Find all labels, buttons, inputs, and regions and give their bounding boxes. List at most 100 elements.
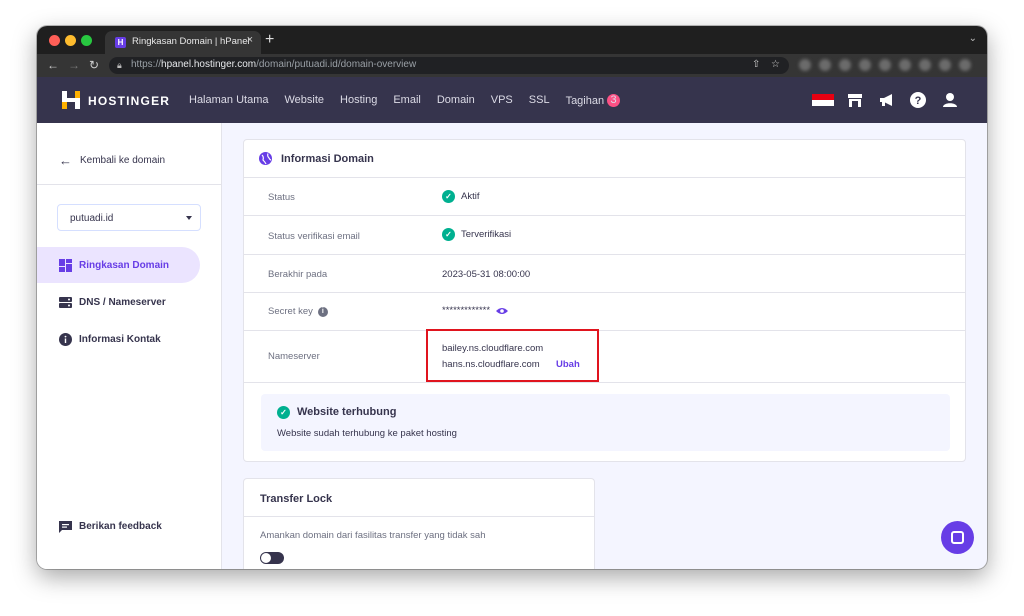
email-verification-value: ✓ Terverifikasi: [442, 228, 511, 241]
bookmark-star-icon[interactable]: ☆: [771, 59, 780, 70]
status-row: Status ✓ Aktif: [244, 178, 965, 216]
back-arrow-icon[interactable]: ←: [47, 57, 59, 73]
secret-key-label: Secret key i: [268, 306, 328, 317]
extension-icon[interactable]: [919, 59, 931, 71]
url-field[interactable]: 🔒︎ https://hpanel.hostinger.com/domain/p…: [109, 57, 789, 74]
alert-title: Website terhubung: [297, 406, 397, 418]
sidebar-item-contact-info[interactable]: Informasi Kontak: [37, 321, 200, 357]
main-nav: Halaman Utama Website Hosting Email Doma…: [189, 94, 621, 107]
nameserver-row: Nameserver bailey.ns.cloudflare.com hans…: [244, 331, 965, 383]
expiry-label: Berakhir pada: [268, 269, 328, 280]
sidebar-item-label: Informasi Kontak: [79, 333, 161, 345]
browser-tab[interactable]: H Ringkasan Domain | hPanel ×: [105, 31, 261, 54]
address-bar: ← → ↻ 🔒︎ https://hpanel.hostinger.com/do…: [37, 54, 987, 77]
tab-title: Ringkasan Domain | hPanel: [132, 36, 250, 47]
nav-item-vps[interactable]: VPS: [491, 94, 513, 107]
arrow-left-icon: ←: [59, 153, 72, 168]
tab-close-icon[interactable]: ×: [247, 34, 253, 46]
back-label: Kembali ke domain: [80, 155, 166, 166]
forward-arrow-icon[interactable]: →: [68, 57, 80, 73]
nav-item-hosting[interactable]: Hosting: [340, 94, 377, 107]
domain-select-value: putuadi.id: [70, 213, 114, 224]
extension-icon[interactable]: [799, 59, 811, 71]
alert-text: Website sudah terhubung ke paket hosting: [277, 428, 457, 439]
transfer-lock-toggle[interactable]: [260, 552, 284, 564]
indonesia-flag-icon[interactable]: [812, 91, 834, 109]
email-verification-row: Status verifikasi email ✓ Terverifikasi: [244, 216, 965, 255]
sidebar-item-domain-overview[interactable]: Ringkasan Domain: [37, 247, 200, 283]
sidebar-item-label: DNS / Nameserver: [79, 296, 166, 308]
billing-count-badge: 3: [607, 94, 621, 107]
domain-info-card: Informasi Domain Status ✓ Aktif Status v…: [243, 139, 966, 462]
secret-key-value: *************: [442, 305, 509, 316]
lock-icon: 🔒︎: [117, 60, 122, 70]
sidebar-item-label: Ringkasan Domain: [79, 259, 170, 271]
info-icon[interactable]: i: [317, 306, 328, 317]
divider: [37, 184, 222, 185]
nav-item-email[interactable]: Email: [393, 94, 421, 107]
divider: [244, 516, 594, 517]
chat-support-button[interactable]: [941, 521, 974, 554]
reload-icon[interactable]: ↻: [89, 57, 99, 73]
website-connected-alert: ✓ Website terhubung Website sudah terhub…: [261, 394, 950, 451]
store-icon[interactable]: [846, 91, 864, 109]
expiry-value: 2023-05-31 08:00:00: [442, 269, 531, 280]
transfer-lock-title: Transfer Lock: [260, 493, 333, 505]
nav-item-website[interactable]: Website: [284, 94, 324, 107]
sidebar-item-dns[interactable]: DNS / Nameserver: [37, 284, 200, 320]
minimize-window-button[interactable]: [65, 35, 76, 46]
tab-search-chevron-icon[interactable]: ⌄: [969, 33, 977, 44]
extension-icon[interactable]: [819, 59, 831, 71]
transfer-lock-card: Transfer Lock Amankan domain dari fasili…: [243, 478, 595, 569]
user-account-icon[interactable]: [941, 91, 959, 109]
tab-strip: H Ringkasan Domain | hPanel × + ⌄: [37, 26, 987, 54]
sidebar: ← Kembali ke domain putuadi.id Ringkasan…: [37, 123, 222, 569]
dashboard-icon: [59, 258, 72, 272]
nav-item-home[interactable]: Halaman Utama: [189, 94, 268, 107]
share-icon[interactable]: ⇧: [752, 59, 760, 70]
browser-window: H Ringkasan Domain | hPanel × + ⌄ ← → ↻ …: [37, 26, 987, 569]
check-circle-icon: ✓: [442, 190, 455, 203]
hostinger-favicon-icon: H: [115, 37, 126, 48]
extension-icon[interactable]: [899, 59, 911, 71]
expiry-row: Berakhir pada 2023-05-31 08:00:00: [244, 255, 965, 293]
transfer-lock-description: Amankan domain dari fasilitas transfer y…: [260, 530, 486, 541]
feedback-chat-icon: [59, 521, 72, 533]
chat-icon: [951, 531, 964, 544]
secret-key-row: Secret key i *************: [244, 293, 965, 331]
hostinger-logo-icon[interactable]: [61, 90, 81, 110]
globe-icon: [259, 152, 272, 165]
email-verification-label: Status verifikasi email: [268, 231, 360, 242]
nameserver-highlight-box: [426, 329, 599, 382]
status-value: ✓ Aktif: [442, 190, 479, 203]
server-icon: [59, 296, 72, 308]
help-icon[interactable]: ?: [909, 91, 927, 109]
nav-item-domain[interactable]: Domain: [437, 94, 475, 107]
card-title: Informasi Domain: [281, 153, 374, 165]
extension-icon[interactable]: [879, 59, 891, 71]
nav-item-billing[interactable]: Tagihan 3: [566, 94, 621, 107]
brand-name[interactable]: HOSTINGER: [88, 94, 170, 108]
domain-select[interactable]: putuadi.id: [57, 204, 201, 231]
card-header: Informasi Domain: [244, 140, 965, 178]
extension-icon[interactable]: [859, 59, 871, 71]
caret-down-icon: [186, 216, 192, 220]
megaphone-icon[interactable]: [878, 91, 896, 109]
check-circle-icon: ✓: [277, 406, 290, 419]
extension-icon[interactable]: [959, 59, 971, 71]
nameserver-label: Nameserver: [268, 351, 320, 362]
new-tab-button[interactable]: +: [265, 31, 274, 49]
check-circle-icon: ✓: [442, 228, 455, 241]
url-text: https://hpanel.hostinger.com/domain/putu…: [131, 59, 417, 70]
maximize-window-button[interactable]: [81, 35, 92, 46]
close-window-button[interactable]: [49, 35, 60, 46]
svg-text:?: ?: [915, 95, 922, 107]
show-secret-eye-icon[interactable]: [496, 307, 509, 315]
app-header: HOSTINGER Halaman Utama Website Hosting …: [37, 77, 987, 123]
info-icon: [59, 332, 72, 346]
feedback-label: Berikan feedback: [79, 521, 162, 532]
back-to-domains-link[interactable]: ← Kembali ke domain: [59, 153, 165, 168]
nav-item-ssl[interactable]: SSL: [529, 94, 550, 107]
extension-icon[interactable]: [939, 59, 951, 71]
extension-icon[interactable]: [839, 59, 851, 71]
